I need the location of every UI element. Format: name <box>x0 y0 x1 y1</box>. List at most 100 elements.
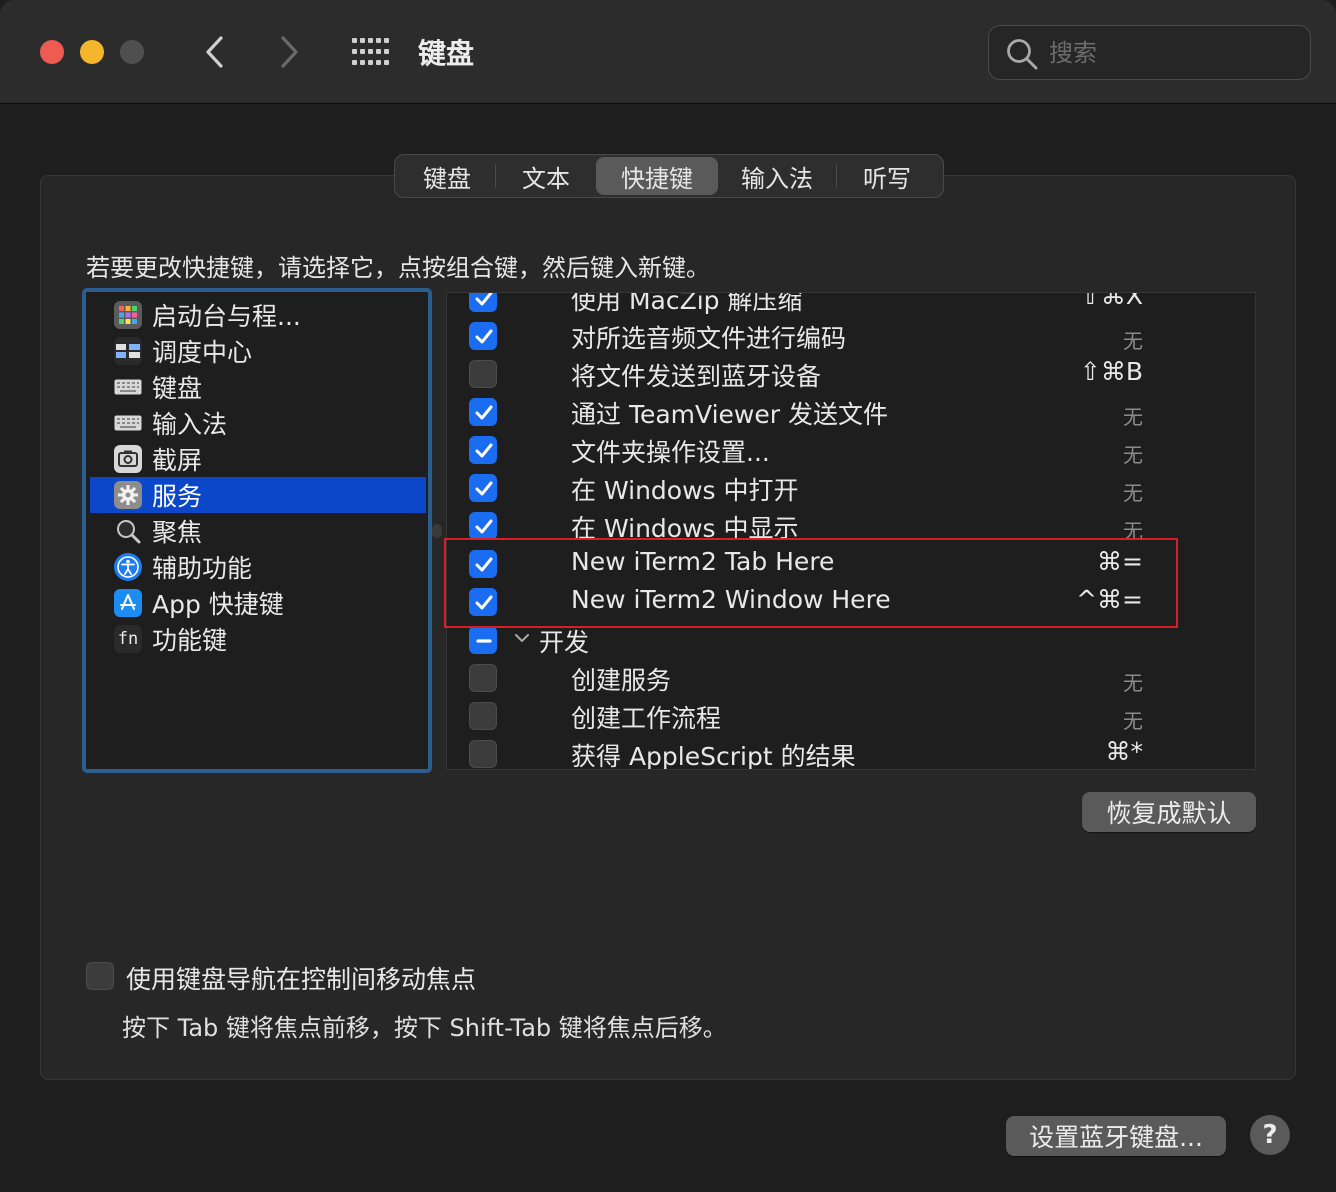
category-label: 启动台与程... <box>152 302 301 331</box>
title-bar: 键盘 <box>0 0 1336 104</box>
keyboard-navigation-checkbox[interactable] <box>86 962 114 990</box>
shortcut-key[interactable]: ⌘* <box>1106 737 1144 766</box>
shortcut-name: 使用 MacZip 解压缩 <box>571 292 803 315</box>
shortcut-key[interactable]: ⇧⌘B <box>1080 357 1143 386</box>
shortcut-name: 创建服务 <box>571 666 672 695</box>
shortcut-row[interactable]: 文件夹操作设置... 无 <box>447 431 1255 469</box>
zoom-button[interactable] <box>120 40 144 64</box>
shortcut-row[interactable]: 创建服务 无 <box>447 659 1255 697</box>
tab-dictation[interactable]: 听写 <box>837 157 937 195</box>
checkmark-icon <box>475 329 493 344</box>
category-item-mission-control[interactable]: 调度中心 <box>90 333 426 369</box>
show-all-grid-button[interactable] <box>352 38 390 66</box>
category-item-services[interactable]: 服务 <box>90 477 426 513</box>
checkmark-icon <box>475 293 493 306</box>
shortcut-checkbox[interactable] <box>469 740 497 768</box>
keyboard-navigation-hint: 按下 Tab 键将焦点前移，按下 Shift-Tab 键将焦点后移。 <box>122 1014 727 1042</box>
accessibility-icon <box>114 553 142 581</box>
shortcut-checkbox[interactable] <box>469 702 497 730</box>
checkmark-icon <box>475 443 493 458</box>
annotation-highlight-box <box>444 538 1178 628</box>
shortcut-name: 文件夹操作设置... <box>571 438 770 467</box>
search-input[interactable] <box>1049 36 1289 70</box>
tab-text[interactable]: 文本 <box>496 157 596 195</box>
category-item-app-shortcuts[interactable]: App 快捷键 <box>90 585 426 621</box>
category-label: 聚焦 <box>152 518 203 547</box>
group-checkbox[interactable] <box>469 626 497 654</box>
shortcut-checkbox[interactable] <box>469 474 497 502</box>
grid-icon <box>352 38 389 65</box>
shortcut-checkbox[interactable] <box>469 664 497 692</box>
launchpad-icon <box>114 301 142 329</box>
shortcut-checkbox[interactable] <box>469 360 497 388</box>
minus-icon <box>476 639 492 643</box>
shortcut-name: 对所选音频文件进行编码 <box>571 324 847 353</box>
category-list[interactable]: 启动台与程... 调度中心 键盘 输入法 截屏 服务 聚焦 辅助功能 App 快… <box>82 288 432 773</box>
shortcut-row[interactable]: 通过 TeamViewer 发送文件 无 <box>447 393 1255 431</box>
category-item-spotlight[interactable]: 聚焦 <box>90 513 426 549</box>
mission-control-icon <box>114 337 142 365</box>
chevron-right-icon <box>281 36 298 68</box>
category-item-keyboard[interactable]: 键盘 <box>90 369 426 405</box>
shortcut-row[interactable]: 将文件发送到蓝牙设备 ⇧⌘B <box>447 355 1255 393</box>
tab-input-sources[interactable]: 输入法 <box>718 157 836 195</box>
shortcut-key[interactable]: 无 <box>1123 705 1143 734</box>
chevron-down-icon[interactable] <box>511 627 533 649</box>
checkmark-icon <box>475 405 493 420</box>
shortcut-key[interactable]: 无 <box>1123 325 1143 354</box>
shortcut-row[interactable]: 在 Windows 中打开 无 <box>447 469 1255 507</box>
shortcut-key[interactable]: 无 <box>1123 667 1143 696</box>
shortcut-key[interactable]: 无 <box>1123 477 1143 506</box>
category-label: 功能键 <box>152 626 228 655</box>
shortcut-name: 通过 TeamViewer 发送文件 <box>571 400 888 429</box>
help-button[interactable]: ? <box>1250 1115 1290 1155</box>
category-item-input-sources[interactable]: 输入法 <box>90 405 426 441</box>
screenshot-icon <box>114 445 142 473</box>
category-label: App 快捷键 <box>152 590 284 619</box>
shortcut-checkbox[interactable] <box>469 322 497 350</box>
shortcut-checkbox[interactable] <box>469 436 497 464</box>
shortcut-checkbox[interactable] <box>469 512 497 540</box>
category-label: 调度中心 <box>152 338 253 367</box>
shortcut-name: 创建工作流程 <box>571 704 722 733</box>
category-label: 辅助功能 <box>152 554 253 583</box>
shortcut-row[interactable]: 对所选音频文件进行编码 无 <box>447 317 1255 355</box>
forward-button[interactable] <box>274 32 304 72</box>
back-button[interactable] <box>200 32 230 72</box>
split-view-handle[interactable] <box>432 524 442 538</box>
shortcut-key[interactable]: ⇧⌘X <box>1080 293 1143 310</box>
category-item-screenshots[interactable]: 截屏 <box>90 441 426 477</box>
category-item-function-keys[interactable]: fn 功能键 <box>90 621 426 657</box>
tab-shortcuts[interactable]: 快捷键 <box>596 157 718 195</box>
search-field[interactable] <box>988 25 1311 80</box>
category-item-accessibility[interactable]: 辅助功能 <box>90 549 426 585</box>
shortcut-key[interactable]: 无 <box>1123 439 1143 468</box>
category-item-launchpad[interactable]: 启动台与程... <box>90 297 426 333</box>
keyboard-icon <box>114 373 142 401</box>
setup-bluetooth-keyboard-button[interactable]: 设置蓝牙键盘... <box>1006 1116 1226 1156</box>
category-label: 键盘 <box>152 374 203 403</box>
tab-keyboard[interactable]: 键盘 <box>399 157 495 195</box>
minimize-button[interactable] <box>80 40 104 64</box>
group-name: 开发 <box>539 628 590 657</box>
shortcut-list[interactable]: 使用 MacZip 解压缩 ⇧⌘X 对所选音频文件进行编码 无 将文件发送到蓝牙… <box>446 292 1256 770</box>
checkmark-icon <box>475 519 493 534</box>
shortcut-name: 将文件发送到蓝牙设备 <box>571 362 822 391</box>
shortcut-row[interactable]: 获得 AppleScript 的结果 ⌘* <box>447 735 1255 770</box>
shortcut-checkbox[interactable] <box>469 398 497 426</box>
shortcut-name: 在 Windows 中打开 <box>571 476 799 505</box>
category-label: 服务 <box>152 482 203 511</box>
window-title: 键盘 <box>418 37 475 70</box>
shortcut-checkbox[interactable] <box>469 293 497 312</box>
category-label: 输入法 <box>152 410 228 439</box>
instructions-text: 若要更改快捷键，请选择它，点按组合键，然后键入新键。 <box>86 254 710 282</box>
tab-bar: 键盘 文本 快捷键 输入法 听写 <box>394 154 944 198</box>
shortcut-key[interactable]: 无 <box>1123 401 1143 430</box>
shortcut-name: 获得 AppleScript 的结果 <box>571 742 856 770</box>
keyboard-navigation-label[interactable]: 使用键盘导航在控制间移动焦点 <box>126 960 476 996</box>
shortcut-row[interactable]: 使用 MacZip 解压缩 ⇧⌘X <box>447 292 1255 317</box>
restore-defaults-button[interactable]: 恢复成默认 <box>1082 792 1256 832</box>
services-gear-icon <box>114 481 142 509</box>
close-button[interactable] <box>40 40 64 64</box>
shortcut-row[interactable]: 创建工作流程 无 <box>447 697 1255 735</box>
